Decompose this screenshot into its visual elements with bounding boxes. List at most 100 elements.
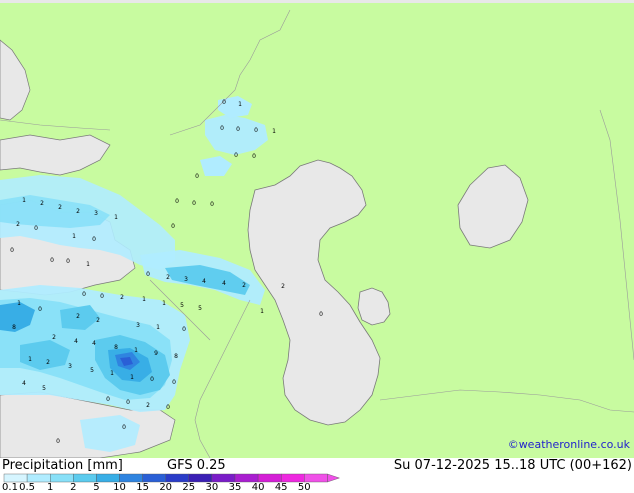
point-label: 0 — [126, 399, 130, 406]
scale-swatch — [96, 473, 120, 483]
point-label: 0 — [150, 376, 154, 383]
arctic-sea — [0, 0, 634, 3]
scale-swatch — [3, 473, 28, 483]
point-label: 1 — [142, 296, 146, 303]
point-label: 1 — [22, 197, 26, 204]
point-label: 1 — [17, 300, 21, 307]
point-label: 2 — [96, 317, 100, 324]
scale-tick-label: 2 — [70, 482, 77, 493]
point-label: 0 — [100, 293, 104, 300]
point-label: 0 — [171, 223, 175, 230]
scale-tick-label: 25 — [182, 482, 196, 493]
scale-swatch — [142, 473, 166, 483]
point-label: 3 — [136, 322, 140, 329]
scale-swatch — [188, 473, 213, 483]
scale-swatch — [257, 473, 282, 483]
point-label: 2 — [76, 313, 80, 320]
scale-arrow — [327, 473, 340, 483]
point-label: 4 — [74, 338, 78, 345]
point-label: 8 — [12, 324, 16, 331]
point-label: 2 — [76, 208, 80, 215]
point-label: 0 — [319, 311, 323, 318]
map-title: Precipitation [mm] — [2, 458, 123, 473]
point-label: 2 — [146, 402, 150, 409]
scale-tick-label: 45 — [274, 482, 288, 493]
point-label: 0 — [146, 271, 150, 278]
point-label: 0 — [252, 153, 256, 160]
point-label: 1 — [260, 308, 264, 315]
point-label: 0 — [166, 404, 170, 411]
valid-time: Su 07-12-2025 15..18 UTC (00+162) — [393, 458, 632, 473]
point-label: 1 — [110, 370, 114, 377]
point-label: 1 — [114, 214, 118, 221]
point-label: 1 — [130, 374, 134, 381]
point-label: 0 — [182, 326, 186, 333]
point-label: 0 — [38, 306, 42, 313]
point-label: 5 — [90, 367, 94, 374]
point-label: 8 — [114, 344, 118, 351]
scale-tick-label: 1 — [47, 482, 54, 493]
credit-text[interactable]: ©weatheronline.co.uk — [508, 438, 630, 451]
point-label: 0 — [236, 126, 240, 133]
point-label: 2 — [58, 204, 62, 211]
scale-swatch — [119, 473, 143, 483]
point-label: 4 — [92, 340, 96, 347]
point-label: 1 — [272, 128, 276, 135]
point-label: 2 — [281, 283, 285, 290]
point-label: 2 — [46, 359, 50, 366]
point-label: 0 — [195, 173, 199, 180]
point-label: 5 — [42, 385, 46, 392]
point-label: 0 — [82, 291, 86, 298]
point-label: 2 — [120, 294, 124, 301]
point-label: 0 — [220, 125, 224, 132]
point-label: 0 — [56, 438, 60, 445]
point-label: 0 — [254, 127, 258, 134]
scale-tick-label: 0.5 — [19, 482, 36, 493]
scale-swatch — [281, 473, 305, 483]
model-name: GFS 0.25 — [167, 458, 226, 473]
scale-swatch — [211, 473, 236, 483]
scale-swatch — [50, 473, 74, 483]
point-label: 5 — [180, 302, 184, 309]
point-label: 1 — [156, 324, 160, 331]
scale-swatch — [73, 473, 97, 483]
point-label: 0 — [172, 379, 176, 386]
point-label: 0 — [34, 225, 38, 232]
point-label: 2 — [16, 221, 20, 228]
scale-swatch — [26, 473, 51, 483]
point-label: 1 — [162, 300, 166, 307]
precipitation-map: 0 1 0 0 0 1 0 0 0 0 0 0 1 2 2 2 3 1 2 0 0 1 0 0 0 0 1 0 2 3 4 4 2 2 1 0 0 0 2 1… — [0, 0, 634, 458]
point-label: 0 — [234, 152, 238, 159]
scale-tick-label: 0.1 — [2, 482, 18, 493]
point-label: 4 — [222, 280, 226, 287]
point-label: 5 — [198, 305, 202, 312]
point-label: 1 — [28, 356, 32, 363]
point-label: 2 — [242, 282, 246, 289]
point-label: 0 — [122, 424, 126, 431]
scale-tick-label: 40 — [251, 482, 265, 493]
point-label: 3 — [184, 276, 188, 283]
point-label: 1 — [86, 261, 90, 268]
point-label: 0 — [210, 201, 214, 208]
point-label: 0 — [222, 99, 226, 106]
scale-tick-label: 35 — [228, 482, 242, 493]
point-label: 2 — [52, 334, 56, 341]
legend-bar: ©weatheronline.co.uk Precipitation [mm] … — [0, 438, 634, 493]
point-label: 3 — [94, 210, 98, 217]
point-label: 8 — [174, 353, 178, 360]
point-label: 4 — [22, 380, 26, 387]
point-label: 0 — [192, 200, 196, 207]
point-label: 0 — [50, 257, 54, 264]
scale-swatch — [234, 473, 259, 483]
point-label: 4 — [202, 278, 206, 285]
scale-tick-label: 30 — [205, 482, 219, 493]
point-label: 2 — [40, 200, 44, 207]
point-label: 0 — [106, 396, 110, 403]
point-label: 0 — [10, 247, 14, 254]
scale-tick-label: 15 — [136, 482, 149, 493]
scale-swatch — [165, 473, 189, 483]
scale-tick-label: 10 — [113, 482, 126, 493]
scale-tick-label: 20 — [159, 482, 173, 493]
scale-tick-label: 50 — [297, 482, 311, 493]
point-label: 1 — [238, 101, 242, 108]
